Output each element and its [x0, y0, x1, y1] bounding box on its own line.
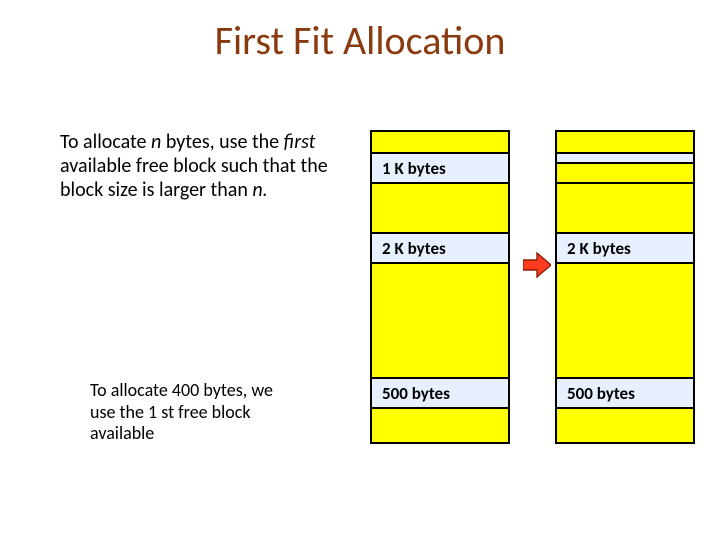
used-block [372, 132, 508, 154]
free-block: 500 bytes [372, 379, 508, 409]
used-block [372, 184, 508, 234]
desc-part: bytes, use the [161, 130, 283, 154]
used-block [557, 164, 693, 184]
used-block [372, 409, 508, 444]
block-size-label: 500 bytes [382, 383, 450, 404]
free-block: 2 K bytes [372, 234, 508, 264]
block-size-label: 500 bytes [567, 383, 635, 404]
arrow-icon [523, 252, 551, 278]
used-block [557, 184, 693, 234]
example-text: To allocate 400 bytes, we use the 1 st f… [90, 380, 300, 445]
block-size-label: 1 K bytes [382, 158, 446, 179]
desc-n2: n. [252, 178, 267, 202]
allocated-block [557, 154, 693, 164]
desc-n: n [151, 130, 161, 154]
desc-part: available free block such that the block… [60, 154, 328, 202]
used-block [557, 409, 693, 444]
memory-column-after: 2 K bytes 500 bytes [555, 130, 695, 444]
free-block: 500 bytes [557, 379, 693, 409]
free-block: 1 K bytes [372, 154, 508, 184]
desc-first: first [284, 130, 316, 154]
used-block [557, 264, 693, 379]
used-block [372, 264, 508, 379]
description-text: To allocate n bytes, use the first avail… [60, 130, 330, 202]
block-size-label: 2 K bytes [567, 238, 631, 259]
desc-part: To allocate [60, 130, 151, 154]
used-block [557, 132, 693, 154]
slide-title: First Fit Allocation [0, 16, 720, 65]
slide: First Fit Allocation To allocate n bytes… [0, 0, 720, 540]
memory-column-before: 1 K bytes 2 K bytes 500 bytes [370, 130, 510, 444]
free-block: 2 K bytes [557, 234, 693, 264]
block-size-label: 2 K bytes [382, 238, 446, 259]
